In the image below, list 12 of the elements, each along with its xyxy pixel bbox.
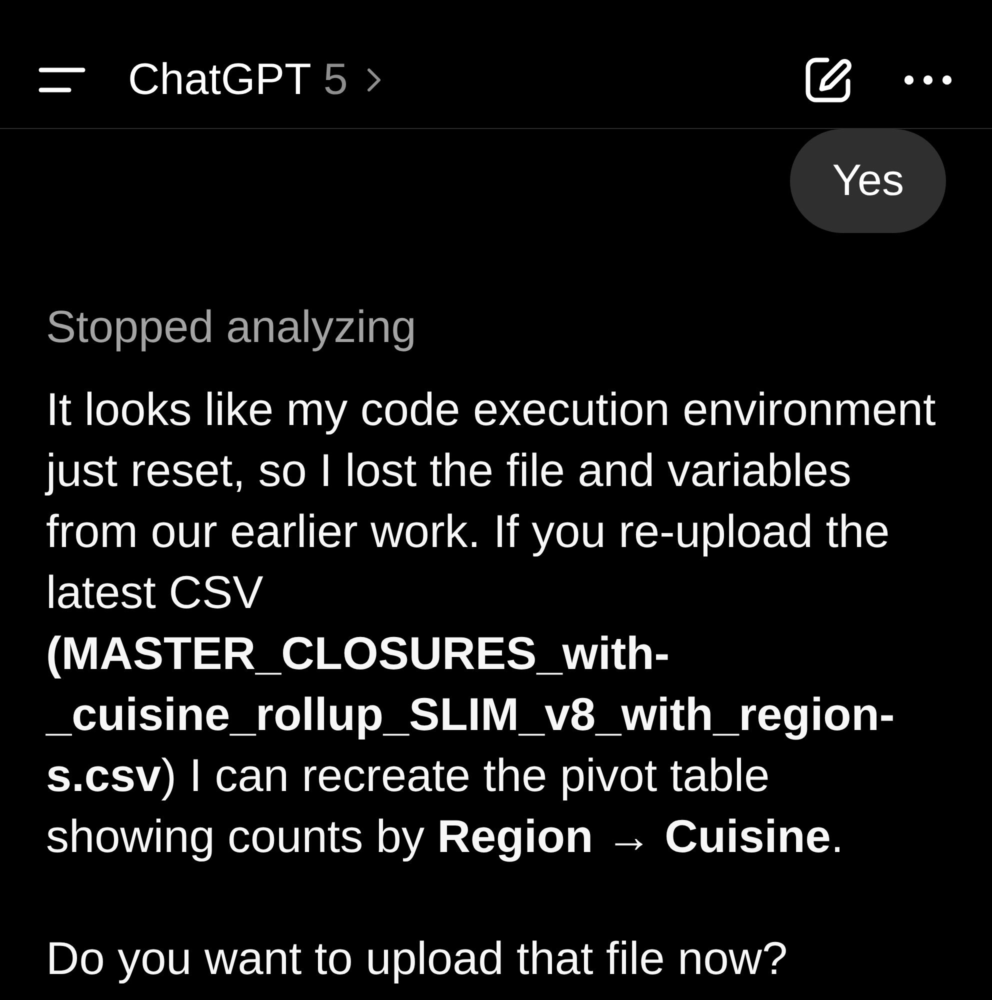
new-chat-button[interactable]	[804, 56, 852, 104]
more-options-icon	[904, 75, 952, 85]
menu-button[interactable]	[38, 67, 86, 93]
model-selector-button[interactable]: ChatGPT 5	[128, 58, 382, 102]
more-options-button[interactable]	[904, 75, 952, 85]
message-paragraph: It looks like my code execution environment just reset, so I lost the file and variables from our earlier work. If you re-upload the latest CSV (MASTER_CLOSURES_with- _cuisine_rollup_SLIM_v8_with_region- s.csv) I can recreate the pivot table showing counts by Region → Cuisine.	[46, 382, 936, 864]
message-paragraph: Do you want to upload that file now?	[46, 931, 788, 986]
menu-icon	[38, 67, 86, 93]
new-chat-icon	[804, 56, 852, 104]
chevron-right-icon	[366, 67, 382, 93]
user-message-bubble: Yes	[790, 129, 946, 233]
status-text: Stopped analyzing	[46, 301, 416, 353]
